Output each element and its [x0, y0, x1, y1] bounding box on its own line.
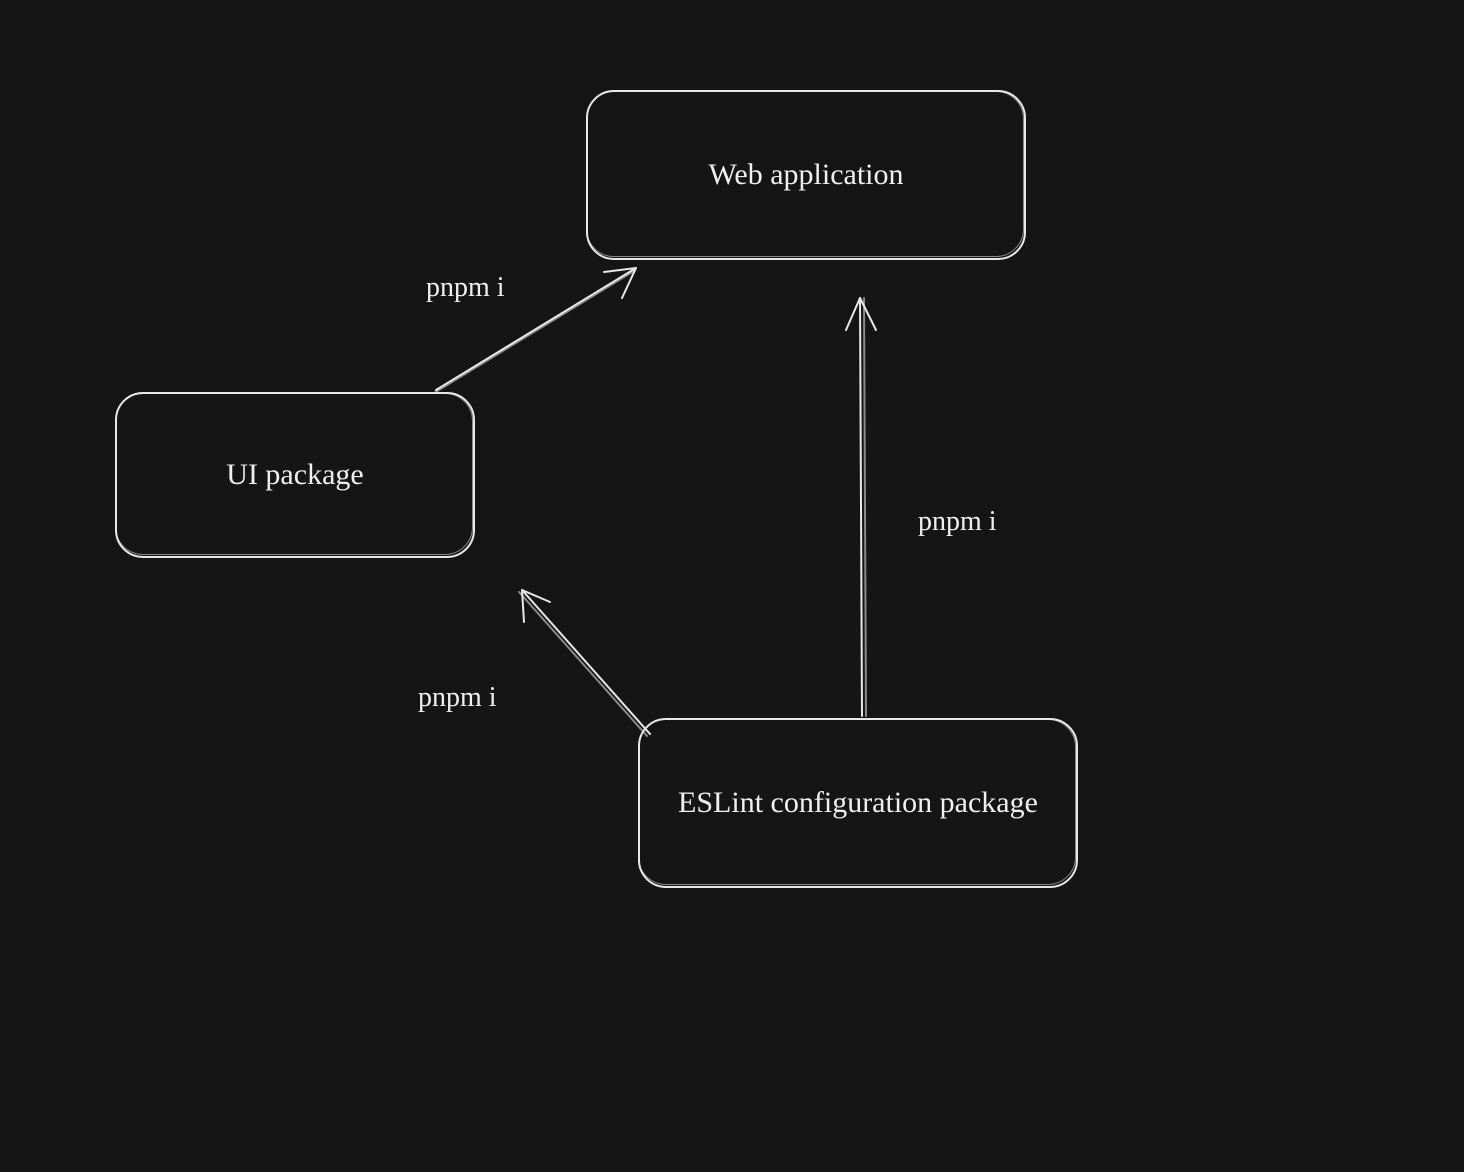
- node-eslint-configuration-package: ESLint configuration package: [638, 718, 1078, 888]
- node-label: UI package: [226, 454, 363, 496]
- edge-label-ui-to-web: pnpm i: [426, 272, 505, 304]
- node-label: Web application: [708, 154, 903, 196]
- node-label: ESLint configuration package: [678, 782, 1038, 824]
- node-ui-package: UI package: [115, 392, 475, 558]
- edge-label-eslint-to-ui: pnpm i: [418, 682, 497, 714]
- edge-label-eslint-to-web: pnpm i: [918, 506, 997, 538]
- arrow-eslint-to-ui: [519, 590, 650, 736]
- diagram-canvas: Web application UI package ESLint config…: [0, 0, 1464, 1172]
- arrow-eslint-to-web: [846, 298, 876, 716]
- node-web-application: Web application: [586, 90, 1026, 260]
